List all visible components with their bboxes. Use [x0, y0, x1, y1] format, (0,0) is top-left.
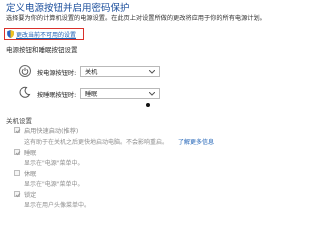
fast-startup-label: 启用快速启动(推荐): [24, 128, 79, 135]
power-button-value: 关机: [85, 69, 98, 76]
power-button-dropdown[interactable]: 关机: [80, 66, 160, 77]
chevron-down-icon: [149, 91, 155, 96]
learn-more-link[interactable]: 了解更多信息: [178, 137, 214, 146]
hibernate-option-description: 显示在"电源"菜单中。: [24, 181, 84, 188]
fast-startup-checkbox[interactable]: [14, 127, 21, 134]
power-section-heading: 电源按钮和睡眠按钮设置: [6, 46, 78, 54]
hibernate-option-label: 休眠: [24, 171, 37, 178]
power-icon: [19, 65, 31, 77]
lock-option-description: 显示在用户头像菜单中。: [24, 202, 91, 209]
lock-option-label: 锁定: [24, 192, 37, 199]
sleep-button-dropdown[interactable]: 睡眠: [80, 88, 160, 99]
hibernate-checkbox[interactable]: [14, 170, 20, 176]
change-settings-link[interactable]: 更改当前不可用的设置: [4, 28, 84, 40]
change-settings-label: 更改当前不可用的设置: [16, 31, 77, 39]
shield-icon: [7, 30, 14, 38]
sleep-checkbox[interactable]: [14, 149, 21, 156]
mouse-cursor-dot: [146, 103, 150, 107]
lock-checkbox[interactable]: [14, 191, 21, 198]
fast-startup-description: 这有助于在关机之后更快地启动电脑。不会影响重启。: [24, 139, 169, 146]
power-button-label: 按电源按钮时:: [37, 70, 77, 77]
sleep-button-label: 按睡眠按钮时:: [37, 92, 77, 99]
moon-icon: [19, 86, 31, 98]
chevron-down-icon: [149, 69, 155, 74]
page-title: 定义电源按钮并启用密码保护: [6, 3, 130, 14]
sleep-button-value: 睡眠: [85, 91, 98, 98]
page-description: 选择要为你的计算机设置的电源设置。在此页上对设置所做的更改将应用于你的所有电源计…: [6, 15, 266, 22]
sleep-option-description: 显示在"电源"菜单中。: [24, 160, 84, 167]
shutdown-section-heading: 关机设置: [6, 117, 32, 125]
sleep-option-label: 睡眠: [24, 150, 37, 157]
